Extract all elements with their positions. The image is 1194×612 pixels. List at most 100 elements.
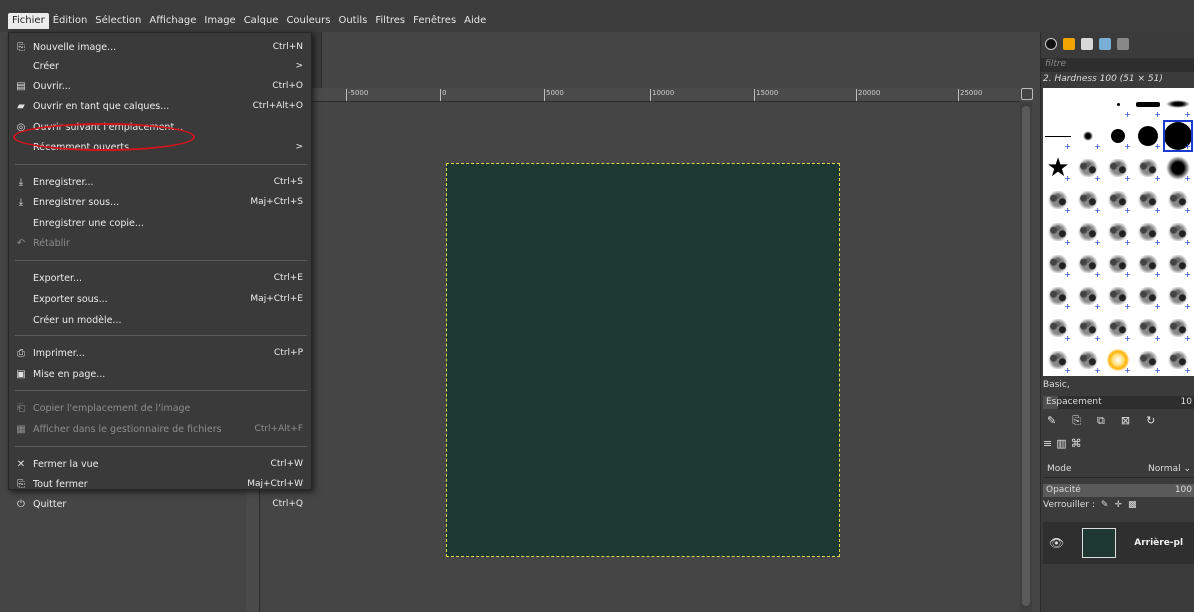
layer-opacity-slider[interactable]: Opacité 100 (1043, 484, 1194, 497)
lock-pixels-icon[interactable]: ✎ (1101, 500, 1109, 510)
gradients-tab-icon[interactable] (1117, 38, 1129, 50)
menu-item-creer-un-modele[interactable]: Créer un modèle... (9, 310, 311, 330)
brush-preset[interactable]: + (1043, 344, 1073, 376)
image-canvas[interactable] (446, 163, 840, 557)
brush-preset[interactable]: + (1103, 312, 1133, 344)
brush-preset[interactable]: + (1043, 312, 1073, 344)
menu-item-exporter-sous[interactable]: Exporter sous... Maj+Ctrl+E (9, 289, 311, 309)
brush-preset[interactable]: + (1133, 280, 1163, 312)
menu-item-enregistrer-une-copie[interactable]: Enregistrer une copie... (9, 213, 311, 233)
brush-preset[interactable]: + (1043, 248, 1073, 280)
brushes-tab-icon[interactable] (1045, 38, 1057, 50)
brush-preset[interactable]: + (1133, 88, 1163, 120)
fonts-tab-icon[interactable] (1081, 38, 1093, 50)
brush-grid[interactable]: + + + + + + + + ★ + + + + + + + + + + + + + + + + + + + + + + + + + + + + + + +… (1043, 88, 1194, 376)
brush-preset[interactable]: + (1133, 152, 1163, 184)
brush-preset[interactable]: + (1073, 344, 1103, 376)
menu-item-tout-fermer[interactable]: ⎘ Tout fermer Maj+Ctrl+W (9, 474, 311, 494)
brush-preset[interactable]: + (1073, 120, 1103, 152)
brush-preset[interactable]: + (1073, 280, 1103, 312)
brush-preset[interactable]: + (1043, 184, 1073, 216)
brush-preset[interactable]: + (1103, 344, 1133, 376)
menu-item-imprimer[interactable]: ⎙ Imprimer... Ctrl+P (9, 343, 311, 363)
menu-edition[interactable]: Édition (49, 13, 92, 29)
brush-preset[interactable]: + (1163, 216, 1193, 248)
brush-preset[interactable]: + (1163, 280, 1193, 312)
brush-preset[interactable]: + (1163, 152, 1193, 184)
menu-selection[interactable]: Sélection (91, 13, 145, 29)
brush-preset[interactable]: + (1103, 216, 1133, 248)
brush-preset[interactable]: + (1163, 312, 1193, 344)
scroll-thumb[interactable] (1022, 106, 1030, 606)
brush-preset[interactable]: + (1073, 216, 1103, 248)
brush-preset[interactable]: + (1073, 152, 1103, 184)
menu-item-nouvelle-image[interactable]: ⎘ Nouvelle image... Ctrl+N (9, 37, 311, 57)
menu-item-exporter[interactable]: Exporter... Ctrl+E (9, 268, 311, 288)
brush-preset[interactable]: + (1103, 88, 1133, 120)
brush-preset[interactable]: + (1133, 216, 1163, 248)
channels-tab-icon[interactable]: ▥ (1056, 437, 1066, 450)
menu-fichier[interactable]: Fichier (8, 13, 49, 29)
duplicate-brush-icon[interactable]: ⧉ (1097, 414, 1105, 428)
menu-item-ouvrir[interactable]: ▤ Ouvrir... Ctrl+O (9, 76, 311, 96)
menu-item-mise-en-page[interactable]: ▣ Mise en page... (9, 364, 311, 384)
menu-item-quitter[interactable]: ⏻ Quitter Ctrl+Q (9, 494, 311, 514)
menu-affichage[interactable]: Affichage (145, 13, 200, 29)
menu-item-copier-l-emplacement-de-l-image[interactable]: ⎗ Copier l'emplacement de l'image (9, 398, 311, 418)
lock-alpha-icon[interactable]: ▩ (1128, 500, 1137, 510)
brush-preset[interactable]: + (1103, 248, 1133, 280)
brush-preset[interactable]: + (1103, 184, 1133, 216)
menu-item-creer[interactable]: Créer > (9, 56, 311, 76)
menu-filtres[interactable]: Filtres (371, 13, 409, 29)
refresh-brushes-icon[interactable]: ↻ (1146, 414, 1155, 428)
visibility-eye-icon[interactable]: 👁 (1049, 536, 1064, 550)
edit-brush-icon[interactable]: ✎ (1047, 414, 1056, 428)
vertical-scrollbar[interactable] (1020, 102, 1032, 612)
menu-fenetres[interactable]: Fenêtres (409, 13, 460, 29)
menu-item-ouvrir-en-tant-que-calques[interactable]: ▰ Ouvrir en tant que calques... Ctrl+Alt+O (9, 96, 311, 116)
brush-preset[interactable]: + (1133, 312, 1163, 344)
menu-item-enregistrer-sous[interactable]: ⤓ Enregistrer sous... Maj+Ctrl+S (9, 192, 311, 212)
brush-preset[interactable]: + (1103, 120, 1133, 152)
brush-preset[interactable]: + (1103, 280, 1133, 312)
menu-couleurs[interactable]: Couleurs (282, 13, 334, 29)
brush-tag-field[interactable]: Basic, (1043, 380, 1070, 390)
brush-preset[interactable] (1043, 88, 1073, 120)
brush-preset[interactable]: + (1133, 344, 1163, 376)
menu-aide[interactable]: Aide (460, 13, 490, 29)
brush-preset[interactable]: + (1133, 120, 1163, 152)
lock-position-icon[interactable]: ✛ (1114, 500, 1122, 510)
horizontal-ruler[interactable]: -5000 0 5000 10000 15000 20000 25000 (260, 88, 1020, 102)
brush-preset[interactable]: + (1043, 280, 1073, 312)
brush-preset[interactable]: + (1163, 248, 1193, 280)
layers-tab-icon[interactable]: ≡ (1043, 437, 1052, 450)
menu-calque[interactable]: Calque (240, 13, 283, 29)
navigate-icon[interactable] (1021, 88, 1033, 100)
patterns-tab-icon[interactable] (1063, 38, 1075, 50)
menu-item-fermer-la-vue[interactable]: ✕ Fermer la vue Ctrl+W (9, 454, 311, 474)
menu-image[interactable]: Image (200, 13, 239, 29)
layer-item[interactable]: 👁 Arrière-pl (1043, 522, 1194, 564)
brush-preset[interactable]: + (1043, 120, 1073, 152)
menu-item-retablir[interactable]: ↶ Rétablir (9, 233, 311, 253)
brush-preset[interactable]: + (1043, 216, 1073, 248)
brush-preset[interactable]: ★ + (1043, 152, 1073, 184)
layer-mode-select[interactable]: Mode Normal ⌄ (1043, 460, 1194, 478)
brush-preset[interactable] (1073, 88, 1103, 120)
brush-preset[interactable]: + (1103, 152, 1133, 184)
documents-tab-icon[interactable] (1099, 38, 1111, 50)
delete-brush-icon[interactable]: ⊠ (1121, 414, 1130, 428)
brush-preset[interactable]: + (1163, 120, 1193, 152)
brush-preset[interactable]: + (1163, 344, 1193, 376)
brush-preset[interactable]: + (1133, 248, 1163, 280)
spacing-slider[interactable]: Espacement 10 (1043, 396, 1194, 409)
brush-preset[interactable]: + (1073, 312, 1103, 344)
brush-preset[interactable]: + (1133, 184, 1163, 216)
paths-tab-icon[interactable]: ⌘ (1071, 437, 1082, 450)
brush-preset[interactable]: + (1163, 88, 1193, 120)
brush-filter-input[interactable]: filtre (1041, 58, 1194, 72)
new-brush-icon[interactable]: ⎘ (1072, 414, 1081, 428)
brush-preset[interactable]: + (1163, 184, 1193, 216)
brush-preset[interactable]: + (1073, 248, 1103, 280)
menu-outils[interactable]: Outils (334, 13, 371, 29)
